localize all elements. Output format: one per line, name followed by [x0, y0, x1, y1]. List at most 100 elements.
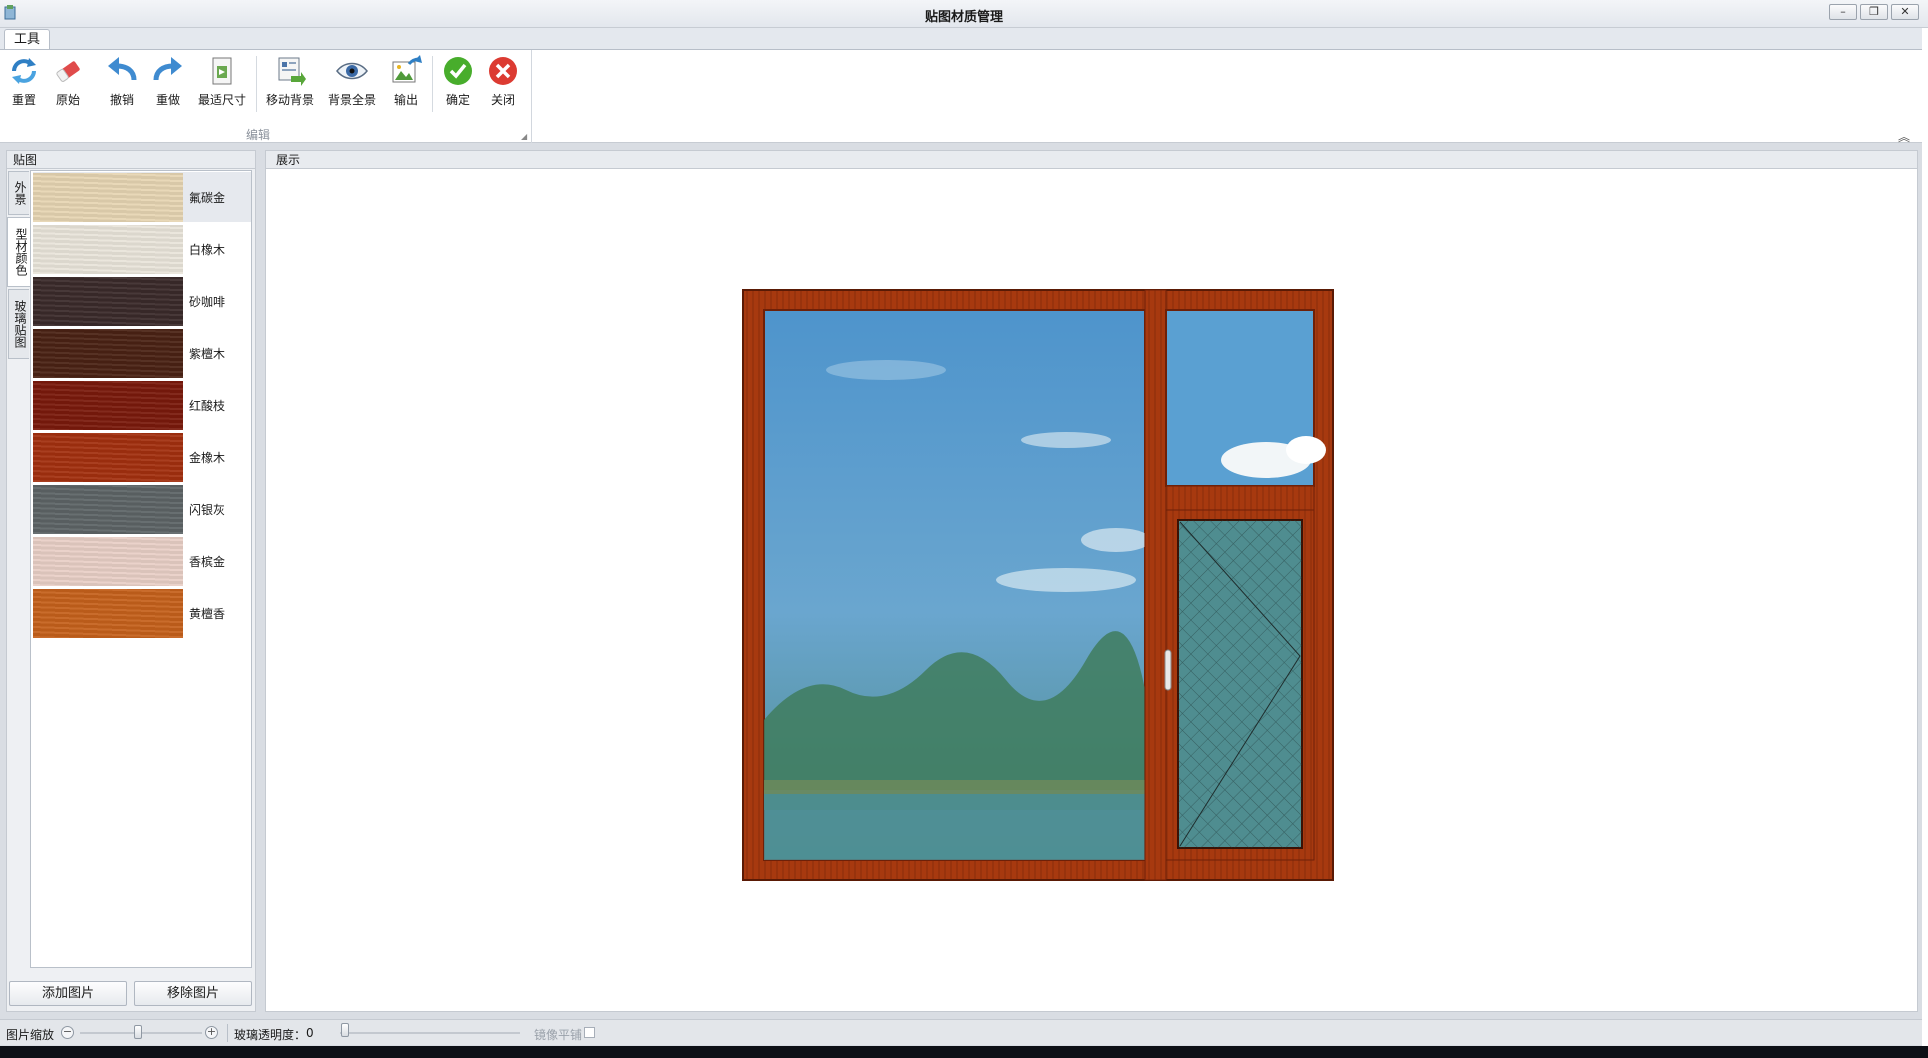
ribbon-group-edit: 重置 原始 撤销 重做 最适尺寸 移动背景 背景全景 输出 确定 关闭 编辑 ◢ — [0, 50, 532, 143]
check-icon — [444, 57, 472, 85]
export-image-icon — [392, 55, 422, 83]
tab-glass-texture[interactable]: 玻璃贴图 — [8, 289, 29, 359]
undo-button[interactable]: 撤销 — [102, 54, 142, 116]
texture-item[interactable]: 砂咖啡 — [33, 276, 251, 326]
texture-name: 紫檀木 — [189, 347, 226, 361]
display-panel-title: 展示 — [266, 151, 1917, 169]
right-edge — [1922, 28, 1928, 1046]
zoom-in-icon[interactable]: + — [205, 1026, 218, 1039]
texture-name: 红酸枝 — [189, 399, 226, 413]
window-title: 贴图材质管理 — [924, 10, 1003, 25]
close-label: 关闭 — [490, 93, 515, 107]
tab-tools[interactable]: 工具 — [4, 29, 50, 51]
zoom-slider-thumb[interactable] — [134, 1025, 142, 1039]
zoom-out-icon[interactable]: − — [61, 1026, 74, 1039]
texture-name: 白橡木 — [189, 243, 226, 257]
texture-swatch — [33, 381, 183, 430]
ribbon: 重置 原始 撤销 重做 最适尺寸 移动背景 背景全景 输出 确定 关闭 编辑 ◢… — [0, 49, 1928, 145]
ribbon-separator — [256, 56, 257, 112]
title-bar: 贴图材质管理 – ❐ ✕ — [0, 0, 1928, 28]
minimize-button[interactable]: – — [1829, 4, 1857, 20]
glass-transparency-value: 0 — [306, 1026, 314, 1040]
tab-outdoor[interactable]: 外景 — [8, 171, 29, 215]
texture-swatch — [33, 277, 183, 326]
texture-item[interactable]: 红酸枝 — [33, 380, 251, 430]
texture-name: 金橡木 — [189, 451, 226, 465]
ribbon-separator — [432, 56, 433, 112]
texture-swatch — [33, 329, 183, 378]
texture-swatch — [33, 589, 183, 638]
texture-swatch — [33, 433, 183, 482]
texture-item[interactable]: 白橡木 — [33, 224, 251, 274]
texture-list[interactable]: 氟碳金白橡木砂咖啡紫檀木红酸枝金橡木闪银灰香槟金黄檀香 — [30, 170, 252, 968]
display-canvas[interactable] — [266, 170, 1917, 1011]
original-label: 原始 — [55, 93, 80, 107]
texture-name: 砂咖啡 — [189, 295, 226, 309]
group-launcher-icon[interactable]: ◢ — [521, 132, 527, 141]
eye-icon — [336, 62, 368, 80]
texture-name: 氟碳金 — [189, 191, 226, 205]
remove-image-button[interactable]: 移除图片 — [134, 981, 252, 1006]
texture-swatch — [33, 485, 183, 534]
zoom-label: 图片缩放 — [6, 1028, 55, 1042]
display-panel: 展示 — [265, 150, 1918, 1012]
fit-size-label: 最适尺寸 — [197, 93, 246, 107]
texture-name: 香槟金 — [189, 555, 226, 569]
mullion — [1144, 289, 1167, 881]
sash-handle — [1164, 649, 1172, 691]
fit-size-button[interactable]: 最适尺寸 — [194, 54, 250, 116]
original-button[interactable]: 原始 — [48, 54, 88, 116]
move-background-label: 移动背景 — [265, 93, 314, 107]
texture-item[interactable]: 香槟金 — [33, 536, 251, 586]
texture-item[interactable]: 金橡木 — [33, 432, 251, 482]
close-button[interactable]: 关闭 — [483, 54, 523, 116]
redo-icon — [153, 57, 182, 81]
status-separator — [227, 1024, 228, 1042]
add-image-button[interactable]: 添加图片 — [9, 981, 127, 1006]
mirror-tile-checkbox[interactable] — [584, 1027, 595, 1038]
move-background-button[interactable]: 移动背景 — [262, 54, 318, 116]
texture-item[interactable]: 氟碳金 — [33, 172, 251, 222]
export-button[interactable]: 输出 — [386, 54, 426, 116]
texture-panel: 贴图 外景 型材颜色 玻璃贴图 氟碳金白橡木砂咖啡紫檀木红酸枝金橡木闪银灰香槟金… — [6, 150, 256, 1012]
ribbon-tab-strip: 工具 — [0, 28, 1928, 51]
texture-item[interactable]: 黄檀香 — [33, 588, 251, 638]
redo-label: 重做 — [155, 93, 180, 107]
move-background-icon — [278, 57, 306, 86]
texture-item[interactable]: 闪银灰 — [33, 484, 251, 534]
confirm-button[interactable]: 确定 — [438, 54, 478, 116]
mirror-tile-label: 镜像平铺 — [534, 1028, 583, 1042]
texture-swatch — [33, 173, 183, 222]
confirm-label: 确定 — [445, 93, 470, 107]
close-window-button[interactable]: ✕ — [1891, 4, 1919, 20]
texture-swatch — [33, 537, 183, 586]
glass-transparency-thumb[interactable] — [341, 1023, 349, 1037]
status-bar: 图片缩放 − + 玻璃透明度： 0 镜像平铺 — [0, 1019, 1928, 1045]
eraser-icon — [56, 61, 80, 82]
taskbar — [0, 1046, 1928, 1058]
fit-size-icon — [212, 57, 232, 85]
close-circle-icon — [489, 57, 517, 85]
background-panorama-button[interactable]: 背景全景 — [324, 54, 380, 116]
texture-name: 黄檀香 — [189, 607, 226, 621]
texture-swatch — [33, 225, 183, 274]
texture-panel-title: 贴图 — [7, 151, 255, 169]
texture-item[interactable]: 紫檀木 — [33, 328, 251, 378]
undo-label: 撤销 — [109, 93, 134, 107]
redo-button[interactable]: 重做 — [148, 54, 188, 116]
undo-icon — [108, 57, 137, 81]
glass-transparency-label: 玻璃透明度： — [234, 1028, 307, 1042]
glass-transparency-slider[interactable] — [340, 1032, 520, 1034]
ribbon-group-label: 编辑 — [245, 128, 270, 142]
reset-label: 重置 — [11, 93, 36, 107]
restore-button[interactable]: ❐ — [1860, 4, 1888, 20]
window-preview — [742, 289, 1334, 881]
tab-profile-color[interactable]: 型材颜色 — [7, 217, 30, 287]
reset-button[interactable]: 重置 — [4, 54, 44, 116]
background-panorama-label: 背景全景 — [327, 93, 376, 107]
transom — [1165, 485, 1315, 511]
texture-name: 闪银灰 — [189, 503, 226, 517]
refresh-icon — [12, 58, 36, 84]
export-label: 输出 — [393, 93, 418, 107]
collapse-ribbon-icon[interactable]: ︽ — [1898, 128, 1910, 145]
